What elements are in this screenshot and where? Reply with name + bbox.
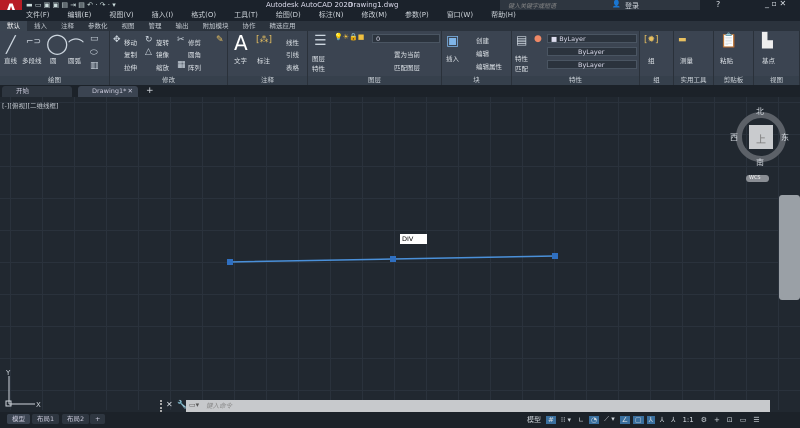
compass-west[interactable]: 西 <box>730 132 738 143</box>
model-space-button[interactable]: 模型 <box>525 415 543 425</box>
compass-south[interactable]: 南 <box>756 157 764 168</box>
ortho-toggle-icon[interactable]: ∟ <box>576 416 586 424</box>
fullscreen-icon[interactable]: ▭ <box>738 416 749 424</box>
tooltip-text: DIV <box>402 235 414 243</box>
recent-commands-icon[interactable]: ▭▾ <box>189 401 199 409</box>
ucs-x-label: X <box>36 401 41 409</box>
annotation-scale-value[interactable]: 1:1 <box>680 416 695 424</box>
snap-toggle-icon[interactable]: ⁞⁞ ▾ <box>559 416 573 424</box>
wcs-label: WCS <box>749 175 761 181</box>
grip-mid[interactable] <box>390 256 396 262</box>
command-line-handle[interactable] <box>160 400 164 412</box>
isodraft-icon[interactable]: ⟋ ▾ <box>602 415 617 424</box>
layout-tab-layout1[interactable]: 布局1 <box>32 414 60 424</box>
annotation-scale-icon[interactable]: ⅄ <box>669 416 677 424</box>
grip-end[interactable] <box>552 253 558 259</box>
polar-toggle-icon[interactable]: ◔ <box>588 415 600 424</box>
ucs-icon <box>5 376 35 407</box>
autoscale-icon[interactable]: ⅄ <box>658 416 666 424</box>
navigation-bar[interactable] <box>779 195 800 300</box>
add-icon[interactable]: + <box>712 416 722 424</box>
annotation-visibility-icon[interactable]: ⅄ <box>646 415 655 424</box>
dynamic-input-tooltip: DIV <box>400 234 427 244</box>
wcs-menu[interactable]: WCS <box>746 175 769 182</box>
close-command-icon[interactable]: ✕ <box>166 400 173 409</box>
command-input[interactable]: 键入命令 <box>186 400 770 412</box>
compass-north[interactable]: 北 <box>756 106 764 117</box>
layout-tab-model[interactable]: 模型 <box>7 414 30 424</box>
add-layout-button[interactable]: + <box>90 414 106 424</box>
viewcube-top-label: 上 <box>756 135 766 146</box>
osnap-icon[interactable]: ▢ <box>632 415 644 424</box>
layout-tab-layout2[interactable]: 布局2 <box>62 414 90 424</box>
ucs-y-label: Y <box>5 369 11 377</box>
command-placeholder: 键入命令 <box>206 402 232 410</box>
drawing-geometry: X Y <box>5 112 786 409</box>
workspace-gear-icon[interactable]: ⚙ <box>699 416 709 424</box>
compass-east[interactable]: 东 <box>781 132 789 143</box>
grid-toggle-icon[interactable]: # <box>546 415 556 424</box>
customize-menu-icon[interactable]: ☰ <box>751 416 761 424</box>
osnap-tracking-icon[interactable]: ∠ <box>619 415 630 424</box>
status-bar: 模型 # ⁞⁞ ▾ ∟ ◔ ⟋ ▾ ∠ ▢ ⅄ ⅄ ⅄ 1:1 ⚙ + ⊡ ▭ … <box>525 413 762 426</box>
isolate-objects-icon[interactable]: ⊡ <box>725 416 735 424</box>
grip-start[interactable] <box>227 259 233 265</box>
